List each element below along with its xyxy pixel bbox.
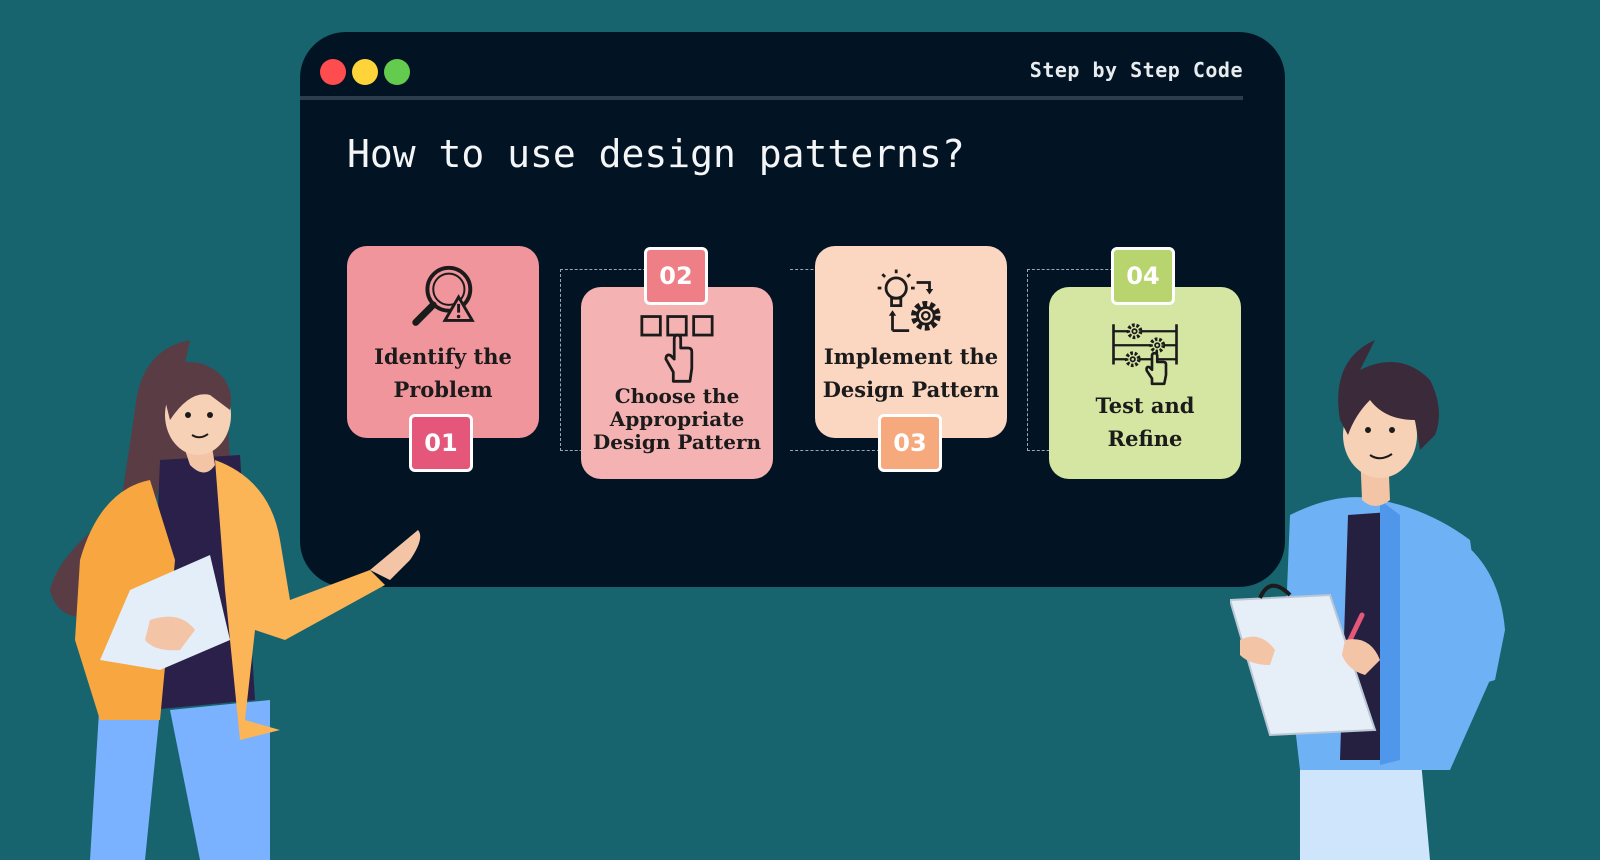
presentation-window: Step by Step Code How to use design patt… bbox=[300, 32, 1285, 587]
step-label-4: Test and Refine bbox=[1095, 393, 1195, 451]
man-clipboard-illustration bbox=[1230, 340, 1505, 860]
gears-hand-icon bbox=[1112, 323, 1178, 386]
step-card-2: Choose the Appropriate Design Pattern bbox=[581, 287, 773, 479]
step-badge-2: 02 bbox=[644, 247, 708, 305]
step-label-2: Choose the Appropriate Design Pattern bbox=[592, 384, 762, 454]
magnifier-warning-icon bbox=[412, 265, 475, 326]
close-dot[interactable] bbox=[320, 59, 346, 85]
hand-select-boxes-icon bbox=[640, 315, 714, 383]
step-card-3: Implement the Design Pattern bbox=[815, 246, 1007, 438]
step-badge-3: 03 bbox=[878, 414, 942, 472]
step-card-4: Test and Refine bbox=[1049, 287, 1241, 479]
lightbulb-gear-icon bbox=[877, 269, 941, 332]
brand-label: Step by Step Code bbox=[1029, 58, 1243, 82]
step-label-3: Implement the Design Pattern bbox=[822, 344, 1000, 402]
step-badge-4: 04 bbox=[1111, 247, 1175, 305]
window-controls bbox=[320, 59, 410, 85]
page-title: How to use design patterns? bbox=[347, 132, 965, 176]
title-divider bbox=[300, 96, 1243, 100]
maximize-dot[interactable] bbox=[384, 59, 410, 85]
woman-presenter-illustration bbox=[50, 340, 421, 860]
minimize-dot[interactable] bbox=[352, 59, 378, 85]
